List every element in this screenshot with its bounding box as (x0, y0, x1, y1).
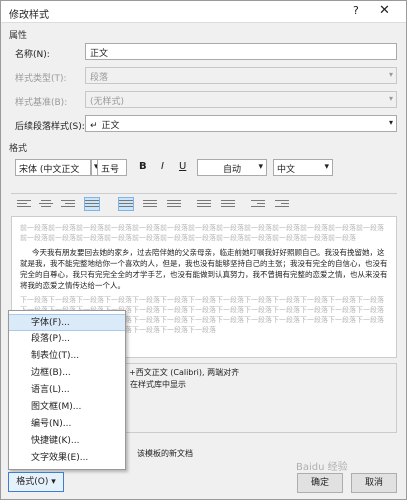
bold-button[interactable]: B (139, 161, 147, 172)
properties-section-label: 属性 (9, 31, 28, 41)
format-button[interactable]: 格式(O) ▾ (8, 472, 64, 492)
watermark-logo: Baidu 经验 (296, 462, 348, 473)
align-right-icon[interactable] (61, 198, 75, 210)
single-spacing-icon[interactable] (118, 197, 134, 211)
font-value: 宋体 (中文正文 (19, 165, 80, 175)
menu-item-paragraph[interactable]: 段落(P)... (9, 331, 125, 348)
style-type-select: 段落 ▾ (85, 67, 397, 84)
menu-item-numbering[interactable]: 编号(N)... (9, 416, 125, 433)
next-style-value: 正文 (101, 121, 120, 131)
double-spacing-icon[interactable] (167, 198, 181, 210)
based-on-value: (无样式) (90, 97, 125, 107)
title-bar: 修改样式 ? ✕ (1, 1, 406, 23)
name-label: 名称(N): (15, 50, 50, 60)
menu-item-border[interactable]: 边框(B)... (9, 365, 125, 382)
menu-item-font[interactable]: 字体(F)... (9, 314, 125, 331)
align-center-icon[interactable] (39, 198, 53, 210)
style-type-value: 段落 (90, 73, 109, 83)
next-style-label: 后续段落样式(S): (15, 122, 85, 132)
chevron-down-icon: ▾ (388, 94, 393, 103)
menu-item-shortcut-key[interactable]: 快捷键(K)... (9, 433, 125, 450)
language-select[interactable]: 中文 ▾ (273, 159, 333, 176)
menu-item-tabs[interactable]: 制表位(T)... (9, 348, 125, 365)
style-type-label: 样式类型(T): (15, 74, 67, 84)
format-section-label: 格式 (9, 144, 28, 154)
justify-icon[interactable] (84, 197, 100, 211)
chevron-down-icon: ▾ (258, 162, 263, 172)
format-menu: 字体(F)... 段落(P)... 制表位(T)... 边框(B)... 语言(… (8, 310, 126, 470)
menu-item-text-effects[interactable]: 文字效果(E)... (9, 450, 125, 467)
chevron-down-icon: ▾ (388, 118, 393, 127)
size-value: 五号 (101, 165, 120, 175)
paragraph-mark-icon: ↵ (90, 121, 98, 131)
ok-button[interactable]: 确定 (297, 473, 343, 493)
one-half-spacing-icon[interactable] (143, 198, 157, 210)
name-value: 正文 (90, 49, 109, 59)
preview-sample-paragraph: 今天我有朋友要回去她的家乡，过去陪伴她的父亲母亲，临走前她叮嘱我好好照顾自己。我… (20, 248, 388, 290)
next-style-select[interactable]: ↵ 正文 ▾ (85, 115, 397, 132)
menu-item-frame[interactable]: 图文框(M)... (9, 399, 125, 416)
italic-button[interactable]: I (161, 161, 164, 172)
space-after-icon[interactable] (221, 198, 235, 210)
space-before-icon[interactable] (197, 198, 211, 210)
font-color-select[interactable]: 自动 ▾ (197, 159, 267, 176)
cancel-button[interactable]: 取消 (351, 473, 397, 493)
chevron-down-icon: ▾ (324, 162, 329, 172)
size-select[interactable]: 五号 (97, 159, 127, 176)
increase-indent-icon[interactable] (275, 198, 289, 210)
dialog-title: 修改样式 (9, 10, 49, 21)
align-left-icon[interactable] (17, 198, 31, 210)
based-on-label: 样式基准(B): (15, 98, 68, 108)
font-select[interactable]: 宋体 (中文正文 (15, 159, 91, 176)
underline-button[interactable]: U (179, 161, 186, 172)
decrease-indent-icon[interactable] (251, 198, 265, 210)
template-option-label[interactable]: 该模板的新文档 (137, 448, 193, 459)
menu-item-language[interactable]: 语言(L)... (9, 382, 125, 399)
font-color-value: 自动 (222, 165, 241, 175)
close-icon[interactable]: ✕ (379, 3, 390, 18)
language-value: 中文 (277, 165, 296, 175)
help-icon[interactable]: ? (353, 4, 359, 17)
chevron-down-icon: ▾ (388, 70, 393, 79)
preview-previous-paragraph: 前一段落前一段落前一段落前一段落前一段落前一段落前一段落前一段落前一段落前一段落… (20, 224, 384, 242)
based-on-select: (无样式) ▾ (85, 91, 397, 108)
name-field[interactable]: 正文 (85, 43, 397, 60)
